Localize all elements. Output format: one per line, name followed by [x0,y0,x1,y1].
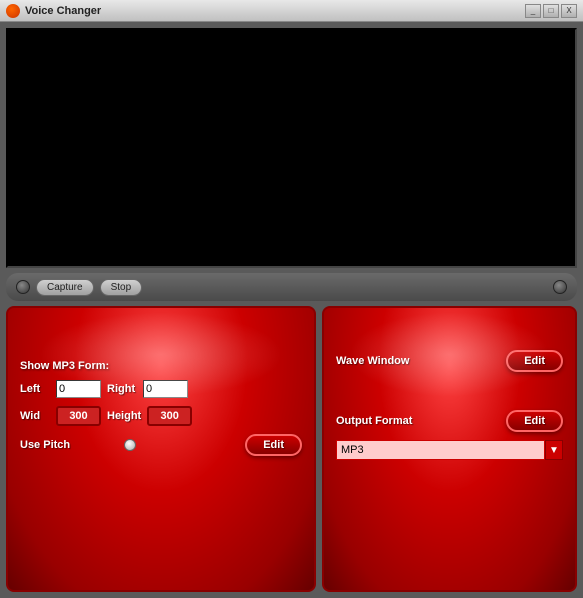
led-right [553,280,567,294]
width-height-row: Wid Height [20,406,302,426]
wave-window-label: Wave Window [336,355,409,367]
output-edit-button[interactable]: Edit [506,410,563,432]
left-label: Left [20,383,50,395]
width-input[interactable] [56,406,101,426]
use-pitch-radio[interactable] [124,439,136,451]
wave-window-row: Wave Window Edit [336,350,563,372]
control-bar: Capture Stop [6,273,577,301]
left-right-row: Left Right [20,380,302,398]
app-icon [6,4,20,18]
right-panel: Wave Window Edit Output Format Edit ▼ [322,306,577,592]
format-input[interactable] [336,440,545,460]
left-panel: Show MP3 Form: Left Right Wid Height Use… [6,306,316,592]
height-label: Height [107,410,141,422]
width-label: Wid [20,410,50,422]
show-mp3-label: Show MP3 Form: [20,360,302,372]
bottom-panels: Show MP3 Form: Left Right Wid Height Use… [6,306,577,592]
title-bar-controls: _ □ X [525,4,577,18]
capture-button[interactable]: Capture [36,279,94,296]
title-bar: Voice Changer _ □ X [0,0,583,22]
use-pitch-label: Use Pitch [20,439,118,451]
right-input[interactable] [143,380,188,398]
close-button[interactable]: X [561,4,577,18]
video-area [6,28,577,268]
minimize-button[interactable]: _ [525,4,541,18]
right-label: Right [107,383,137,395]
left-edit-button[interactable]: Edit [245,434,302,456]
title-bar-text: Voice Changer [25,5,525,17]
main-window: Capture Stop Show MP3 Form: Left Right W… [0,22,583,598]
pitch-row: Use Pitch Edit [20,434,302,456]
left-input[interactable] [56,380,101,398]
led-left [16,280,30,294]
output-format-label: Output Format [336,415,412,427]
format-dropdown-arrow[interactable]: ▼ [545,440,563,460]
output-format-row: Output Format Edit [336,410,563,432]
height-input[interactable] [147,406,192,426]
format-dropdown-row: ▼ [336,440,563,460]
maximize-button[interactable]: □ [543,4,559,18]
wave-edit-button[interactable]: Edit [506,350,563,372]
stop-button[interactable]: Stop [100,279,143,296]
